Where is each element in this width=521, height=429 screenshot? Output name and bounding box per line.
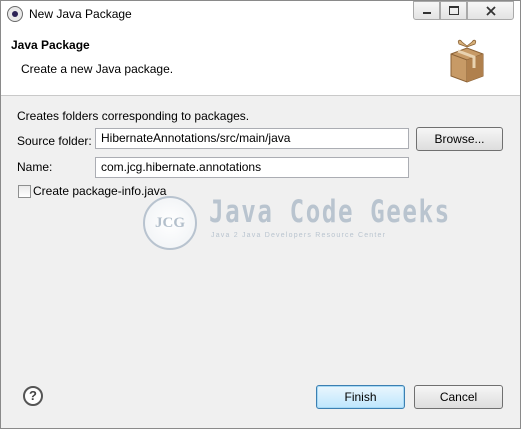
cancel-button[interactable]: Cancel [414, 385, 503, 409]
watermark-title: Java Code Geeks [209, 194, 451, 230]
window-title: New Java Package [29, 7, 132, 21]
package-info-checkbox[interactable] [18, 185, 31, 198]
wizard-page-description: Create a new Java package. [21, 62, 174, 76]
finish-button[interactable]: Finish [316, 385, 405, 409]
minimize-button[interactable] [413, 1, 440, 20]
package-info-label[interactable]: Create package-info.java [33, 184, 166, 198]
content-description: Creates folders corresponding to package… [17, 109, 250, 123]
help-icon[interactable]: ? [23, 386, 43, 406]
title-bar[interactable]: New Java Package [1, 1, 520, 28]
close-icon [485, 6, 496, 16]
close-button[interactable] [467, 1, 514, 20]
dialog-window: New Java Package Java Package Create a n… [0, 0, 521, 429]
browse-button[interactable]: Browse... [416, 127, 503, 151]
source-folder-input[interactable]: HibernateAnnotations/src/main/java [95, 128, 409, 149]
package-name-input[interactable]: com.jcg.hibernate.annotations [95, 157, 409, 178]
button-bar: ? Finish Cancel [1, 363, 520, 428]
minimize-icon [422, 12, 431, 14]
source-folder-label: Source folder: [17, 134, 92, 148]
maximize-icon [448, 6, 459, 15]
wizard-banner: Java Package Create a new Java package. [1, 28, 520, 96]
watermark-subtitle: Java 2 Java Developers Resource Center [211, 232, 387, 239]
wizard-page-title: Java Package [11, 38, 90, 52]
maximize-button[interactable] [440, 1, 467, 20]
watermark-logo: JCG [143, 196, 197, 250]
wizard-content: Creates folders corresponding to package… [1, 96, 520, 363]
package-icon [450, 39, 484, 83]
name-label: Name: [17, 160, 53, 174]
eclipse-icon [7, 6, 23, 22]
